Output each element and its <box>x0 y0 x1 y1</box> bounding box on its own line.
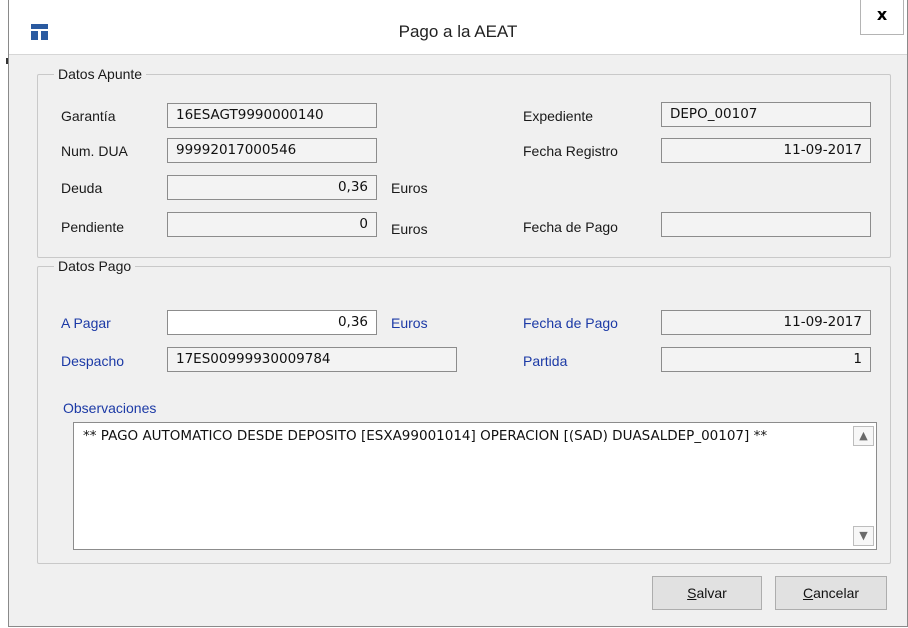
scroll-up-icon[interactable]: ▲ <box>853 426 874 446</box>
deuda-unit: Euros <box>391 180 428 196</box>
salvar-button[interactable]: Salvar <box>652 576 762 610</box>
observaciones-scrollbar[interactable]: ▲ ▼ <box>853 426 874 546</box>
pendiente-unit: Euros <box>391 221 428 237</box>
fecha-pago-field[interactable]: 11-09-2017 <box>661 310 871 335</box>
partida-label: Partida <box>523 353 568 369</box>
observaciones-label: Observaciones <box>63 400 157 416</box>
observaciones-text[interactable]: ** PAGO AUTOMATICO DESDE DEPOSITO [ESXA9… <box>83 427 846 445</box>
datos-pago-legend: Datos Pago <box>58 258 132 274</box>
fecha-pago-label: Fecha de Pago <box>523 315 618 331</box>
fecha-registro-label: Fecha Registro <box>523 143 618 159</box>
a-pagar-field[interactable]: 0,36 <box>167 310 377 335</box>
title-bar[interactable]: Pago a la AEAT x <box>9 0 907 55</box>
expediente-label: Expediente <box>523 108 594 124</box>
pendiente-field[interactable]: 0 <box>167 212 377 237</box>
garantia-field[interactable]: 16ESAGT9990000140 <box>167 103 377 128</box>
fecha-pago-apunte-label: Fecha de Pago <box>523 219 618 235</box>
close-button[interactable]: x <box>860 0 904 35</box>
fecha-pago-apunte-field[interactable] <box>661 212 871 237</box>
deuda-field[interactable]: 0,36 <box>167 175 377 200</box>
deuda-label: Deuda <box>61 180 103 196</box>
observaciones-textarea[interactable]: ** PAGO AUTOMATICO DESDE DEPOSITO [ESXA9… <box>73 422 877 550</box>
partida-field[interactable]: 1 <box>661 347 871 372</box>
num-dua-field[interactable]: 99992017000546 <box>167 138 377 163</box>
dialog-window: Pago a la AEAT x Datos Apunte Garantía 1… <box>8 0 908 627</box>
despacho-field[interactable]: 17ES00999930009784 <box>167 347 457 372</box>
a-pagar-unit: Euros <box>391 315 428 331</box>
cancelar-button[interactable]: Cancelar <box>775 576 887 610</box>
a-pagar-label: A Pagar <box>61 315 111 331</box>
despacho-label: Despacho <box>61 353 125 369</box>
garantia-label: Garantía <box>61 108 116 124</box>
left-edge <box>0 0 8 628</box>
scroll-down-icon[interactable]: ▼ <box>853 526 874 546</box>
window-title: Pago a la AEAT <box>398 22 518 41</box>
expediente-field[interactable]: DEPO_00107 <box>661 102 871 127</box>
pendiente-label: Pendiente <box>61 219 125 235</box>
num-dua-label: Num. DUA <box>61 143 128 159</box>
datos-apunte-legend: Datos Apunte <box>58 66 143 82</box>
fecha-registro-field[interactable]: 11-09-2017 <box>661 138 871 163</box>
